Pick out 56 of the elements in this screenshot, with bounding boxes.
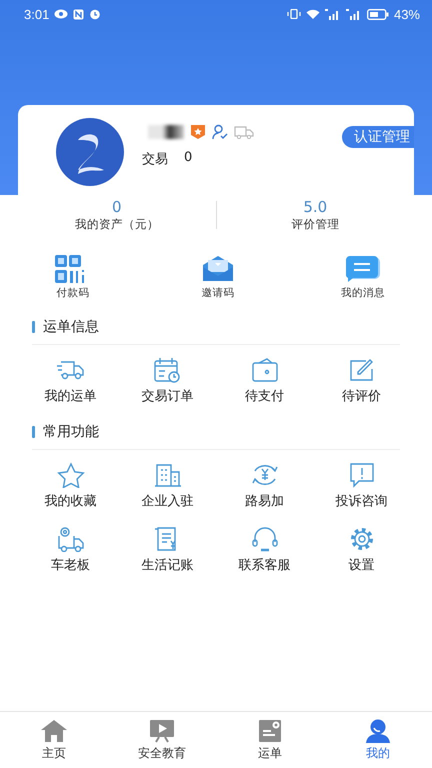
signal-icon bbox=[324, 8, 341, 20]
section-title: 运单信息 bbox=[43, 318, 99, 336]
trade-count: 0 bbox=[184, 150, 192, 167]
shortcut-label[interactable]: 邀请码 bbox=[202, 286, 234, 300]
stat-value: 0 bbox=[112, 198, 122, 216]
user-check-icon bbox=[212, 124, 228, 140]
menu-item-label[interactable]: 企业入驻 bbox=[142, 492, 194, 510]
shortcut-label[interactable]: 我的消息 bbox=[341, 286, 385, 300]
vibrate-icon bbox=[286, 9, 301, 19]
menu-item-label[interactable]: 我的收藏 bbox=[44, 492, 96, 510]
signal-icon bbox=[346, 8, 362, 20]
waybill-icon[interactable] bbox=[256, 718, 284, 742]
wallet-icon[interactable] bbox=[250, 357, 280, 383]
stat-label[interactable]: 评价管理 bbox=[291, 217, 340, 232]
menu-item-label[interactable]: 车老板 bbox=[51, 556, 90, 574]
wifi-icon bbox=[306, 8, 320, 20]
battery-icon bbox=[366, 8, 389, 20]
nav-tab[interactable]: 运单 bbox=[258, 744, 282, 762]
menu-item-label[interactable]: 设置 bbox=[348, 556, 374, 574]
menu-item-label[interactable]: 交易订单 bbox=[142, 387, 194, 405]
battery-percent: 43% bbox=[394, 6, 420, 22]
menu-item-label[interactable]: 待支付 bbox=[245, 387, 284, 405]
logo-avatar bbox=[56, 118, 124, 186]
exchange-icon[interactable] bbox=[250, 462, 280, 488]
nav-tab[interactable]: 我的 bbox=[366, 744, 390, 762]
status-time: 3:01 bbox=[24, 6, 50, 22]
stat-value: 5.0 bbox=[303, 198, 328, 216]
envelope-icon[interactable] bbox=[201, 255, 235, 283]
nav-tab[interactable]: 主页 bbox=[42, 744, 66, 762]
nav-tab[interactable]: 安全教育 bbox=[138, 744, 186, 762]
alarm-icon bbox=[89, 8, 102, 20]
truck-icon bbox=[234, 125, 254, 139]
menu-item-label[interactable]: 路易加 bbox=[245, 492, 284, 510]
building-icon[interactable] bbox=[152, 462, 182, 488]
certification-button[interactable]: 认证管理 bbox=[342, 126, 414, 148]
star-icon[interactable] bbox=[56, 462, 86, 488]
person-icon[interactable] bbox=[364, 718, 392, 742]
eye-icon bbox=[54, 9, 68, 19]
menu-item-label[interactable]: 联系客服 bbox=[238, 556, 290, 574]
message-icon[interactable] bbox=[345, 255, 381, 283]
section-title: 常用功能 bbox=[43, 423, 99, 441]
trade-label: 交易 bbox=[142, 151, 168, 168]
menu-item-label[interactable]: 待评价 bbox=[342, 387, 381, 405]
menu-item-label[interactable]: 生活记账 bbox=[142, 556, 194, 574]
menu-item-label[interactable]: 我的运单 bbox=[44, 387, 96, 405]
nfc-icon bbox=[73, 8, 84, 20]
blurred-name bbox=[148, 125, 184, 139]
badge-icon bbox=[190, 124, 206, 140]
video-icon[interactable] bbox=[148, 718, 176, 742]
shortcut-label[interactable]: 付款码 bbox=[56, 286, 90, 300]
stat-label[interactable]: 我的资产（元） bbox=[74, 217, 159, 232]
headset-icon[interactable] bbox=[250, 526, 280, 552]
home-icon[interactable] bbox=[40, 718, 68, 742]
truck-gear-icon[interactable] bbox=[56, 526, 86, 552]
menu-item-label[interactable]: 投诉咨询 bbox=[336, 492, 388, 510]
calendar-icon[interactable] bbox=[152, 357, 182, 383]
